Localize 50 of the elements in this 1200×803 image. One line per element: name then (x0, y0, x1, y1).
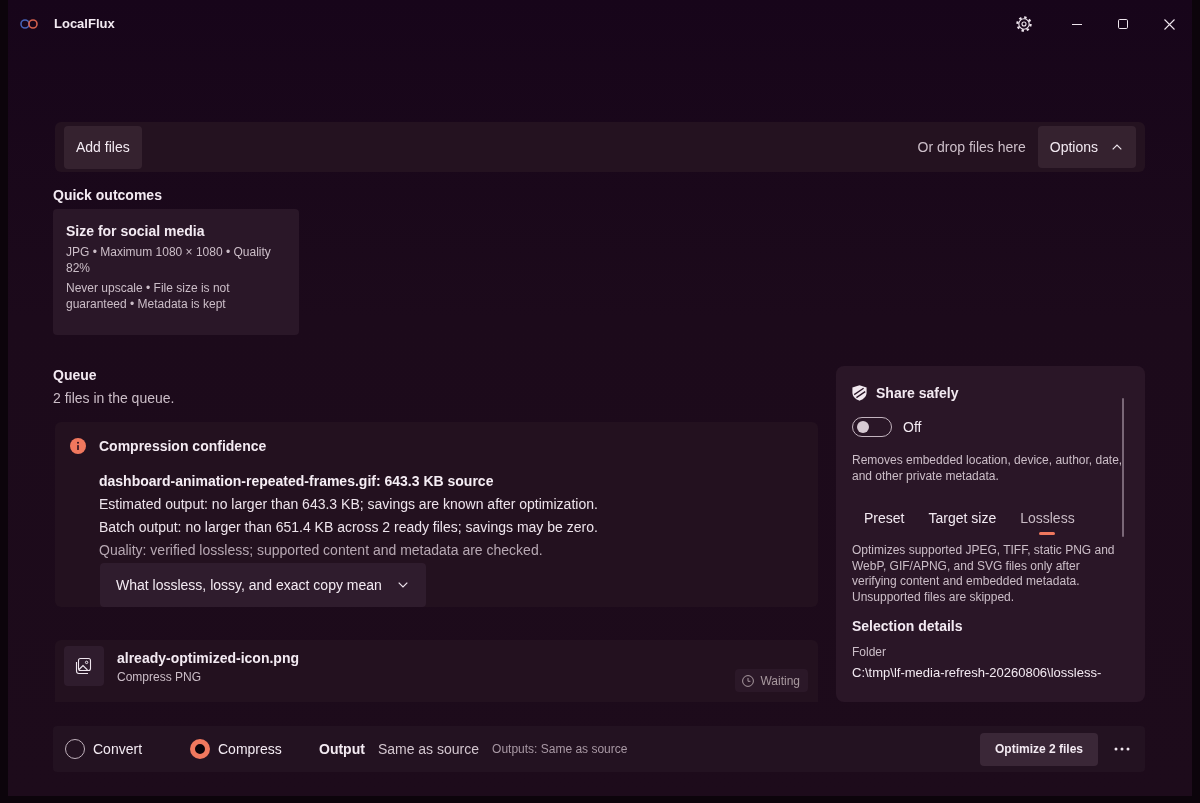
scrollbar[interactable] (1122, 398, 1124, 537)
confidence-detail: Estimated output: no larger than 643.3 KB; savings are known after optimization. (99, 494, 599, 514)
panel-title: Share safely (876, 384, 959, 403)
output-value: Same as source (377, 741, 480, 757)
mode-tab[interactable]: Preset (852, 502, 917, 535)
app-logo-icon (20, 19, 38, 29)
mode-radio[interactable]: Compress (190, 739, 315, 759)
chevron-icon (398, 582, 408, 588)
file-card[interactable]: already-optimized-icon.png Compress PNG Waiting (55, 640, 818, 702)
file-name: already-optimized-icon.png (117, 649, 300, 668)
settings-icon (1016, 16, 1032, 32)
output-label: Output (319, 741, 365, 757)
drop-hint: Or drop files here (917, 139, 1026, 155)
queue-summary: 2 files in the queue. (53, 390, 176, 406)
image-file-icon (64, 646, 104, 686)
confidence-title: Compression confidence (99, 437, 267, 456)
panel-description: Removes embedded location, device, author, date, and other private metadata. (852, 452, 1124, 484)
optimize-button[interactable]: Optimize 2 files (979, 732, 1098, 766)
outcome-card[interactable]: Size for social media JPG • Maximum 1080 × 1080 • Quality 82% Never upscale • File size is not guaranteed • Metadata is kept (53, 209, 299, 335)
tab-description: Optimizes supported JPEG, TIFF, static PNG and WebP, GIF/APNG, and SVG files only after verifying content and embedded metadata. Unsupported files are skipped. (852, 543, 1116, 606)
field-value: C:\tmp\lf-media-refresh-20260806\lossless- (852, 663, 1103, 682)
file-action: Compress PNG (117, 669, 203, 685)
confidence-detail: dashboard-animation-repeated-frames.gif: 643.3 KB source (99, 471, 495, 491)
app-title: LocalFlux (54, 16, 115, 32)
mode-tab[interactable]: Lossless (1008, 502, 1087, 535)
field-label: Folder (852, 643, 887, 660)
details-heading: Selection details (852, 616, 964, 636)
maximize-icon (1118, 19, 1128, 29)
info-icon (70, 438, 86, 454)
section-heading: Quick outcomes (53, 186, 163, 204)
status-text: Waiting (760, 673, 800, 688)
confidence-detail: Batch output: no larger than 651.4 KB across 2 ready files; savings may be zero. (99, 517, 599, 537)
toggle-state-label: Off (903, 418, 922, 437)
outcome-detail: Never upscale • File size is not guaranteed • Metadata is kept (66, 280, 231, 312)
options-button[interactable]: Options (1037, 126, 1136, 168)
minimize-icon (1072, 23, 1082, 25)
shield-icon (852, 385, 867, 401)
clock-icon (742, 674, 755, 687)
info-expander[interactable]: What lossless, lossy, and exact copy mean (100, 563, 426, 607)
confidence-detail: Quality: verified lossless; supported content and metadata are checked. (99, 540, 544, 560)
add-files-button[interactable]: Add files (64, 125, 142, 169)
more-icon (1114, 747, 1130, 751)
mode-radio[interactable]: Convert (65, 739, 190, 759)
section-heading: Queue (53, 366, 98, 384)
outcome-detail: JPG • Maximum 1080 × 1080 • Quality 82% (66, 244, 272, 276)
outputs-note: Outputs: Same as source (492, 742, 628, 756)
outcome-title: Size for social media (66, 222, 206, 241)
mode-tab[interactable]: Target size (916, 502, 1009, 535)
close-icon (1163, 18, 1175, 30)
chevron-icon (1112, 144, 1122, 150)
